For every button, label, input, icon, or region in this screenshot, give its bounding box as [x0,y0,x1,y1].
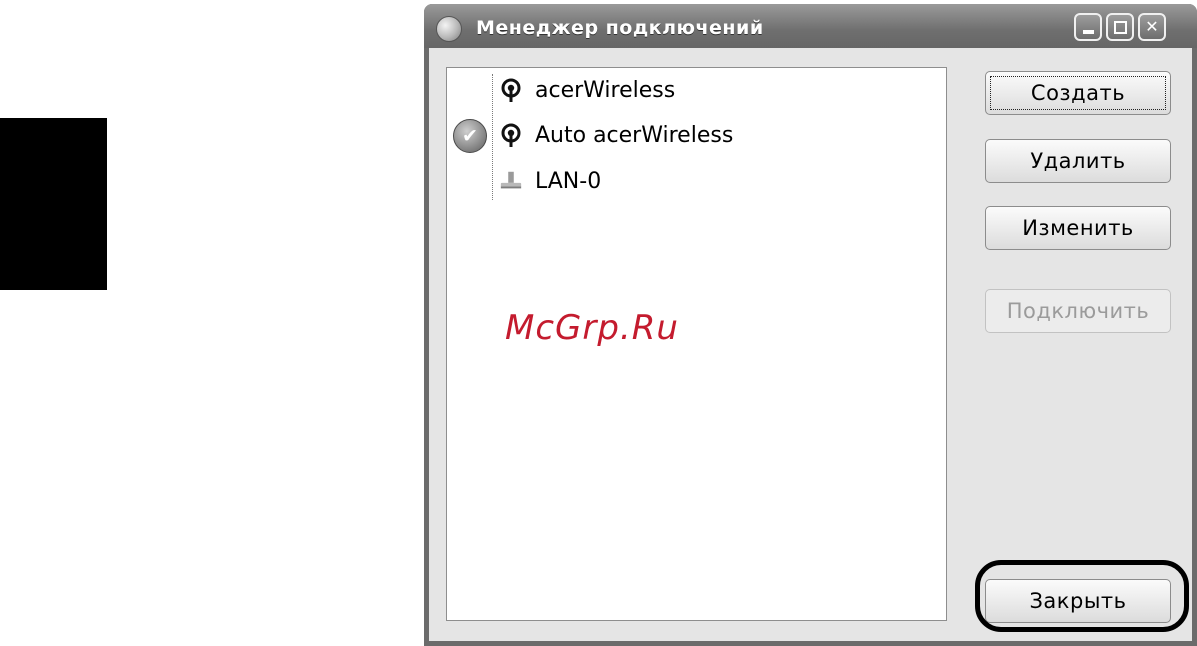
create-button[interactable]: Создать [985,71,1171,115]
wireless-antenna-icon [499,123,523,147]
close-icon: ✕ [1145,17,1159,36]
title-bar[interactable]: Менеджер подключений ✕ [424,4,1197,48]
edit-button[interactable]: Изменить [985,206,1171,250]
connect-button[interactable]: Подключить [985,289,1171,333]
window-title: Менеджер подключений [476,17,764,39]
close-button-highlight-ring [975,560,1189,632]
close-window-button[interactable]: ✕ [1138,13,1166,41]
wireless-antenna-icon [499,78,523,102]
list-item[interactable]: acerWireless [447,70,946,110]
list-item[interactable]: ✔ Auto acerWireless [447,115,946,155]
black-side-tab [0,118,107,290]
connection-name: Auto acerWireless [535,123,734,148]
maximize-button[interactable] [1106,13,1134,41]
maximize-icon [1113,20,1127,34]
active-check-icon: ✔ [453,119,487,153]
minimize-icon [1082,30,1094,34]
wired-network-icon [499,169,523,193]
connections-list[interactable]: acerWireless ✔ Auto acerWireless LAN-0 M… [446,67,947,621]
list-item[interactable]: LAN-0 [447,161,946,201]
minimize-button[interactable] [1074,13,1102,41]
connection-name: acerWireless [535,78,676,103]
window-client-area: acerWireless ✔ Auto acerWireless LAN-0 M… [429,48,1192,641]
connection-manager-window: Менеджер подключений ✕ acerWireless ✔ Au… [424,4,1197,646]
watermark-text: McGrp.Ru [505,308,679,348]
delete-button[interactable]: Удалить [985,139,1171,183]
connection-name: LAN-0 [535,169,602,194]
app-globe-icon [436,16,462,42]
